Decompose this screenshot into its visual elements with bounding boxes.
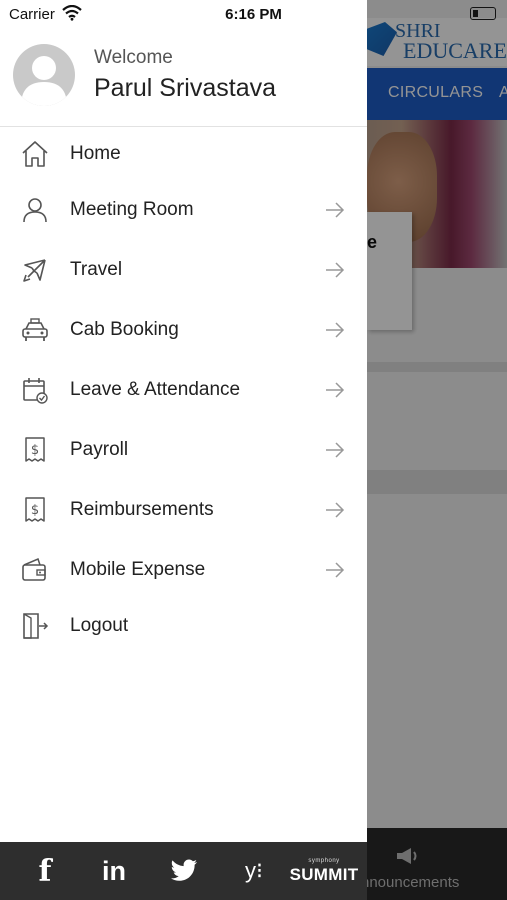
status-time: 6:16 PM: [225, 6, 282, 23]
arrow-right-icon: [326, 202, 345, 218]
menu-label-travel: Travel: [70, 259, 123, 280]
calendar-icon: [23, 378, 48, 404]
user-name: Parul Srivastava: [94, 74, 277, 102]
menu-item-home[interactable]: Home: [0, 126, 367, 182]
avatar-placeholder-icon: [21, 56, 67, 106]
linkedin-icon[interactable]: in: [96, 842, 132, 900]
menu-label-home: Home: [70, 143, 121, 164]
twitter-icon[interactable]: [168, 842, 200, 900]
menu-label-meeting-room: Meeting Room: [70, 199, 194, 220]
menu-label-mobile-expense: Mobile Expense: [70, 559, 206, 580]
symphony-summit-logo[interactable]: symphony SUMMIT: [289, 842, 359, 900]
arrow-right-icon: [326, 562, 345, 578]
social-links-bar: f in y⁝ symphony SUMMIT: [0, 842, 367, 900]
menu-label-logout: Logout: [70, 615, 129, 636]
summit-small-text: symphony: [308, 857, 340, 864]
logout-door-icon: [23, 613, 49, 639]
wallet-icon: [22, 557, 46, 581]
menu-item-travel[interactable]: Travel: [0, 242, 367, 298]
drawer-overlay[interactable]: [367, 0, 507, 900]
menu-label-reimbursements: Reimbursements: [70, 499, 214, 520]
menu-item-cab-booking[interactable]: Cab Booking: [0, 302, 367, 358]
svg-text:$: $: [31, 443, 39, 458]
yammer-icon[interactable]: y⁝: [238, 842, 270, 900]
status-bar: Carrier 6:16 PM: [0, 0, 507, 28]
menu-item-mobile-expense[interactable]: Mobile Expense: [0, 542, 367, 598]
car-icon: [22, 318, 48, 341]
person-icon: [23, 198, 47, 223]
arrow-right-icon: [326, 502, 345, 518]
arrow-right-icon: [326, 442, 345, 458]
home-icon: [22, 141, 48, 167]
svg-text:$: $: [31, 503, 39, 518]
menu-item-logout[interactable]: Logout: [0, 598, 367, 654]
menu-label-cab-booking: Cab Booking: [70, 319, 179, 340]
avatar: [13, 44, 75, 106]
menu-label-payroll: Payroll: [70, 439, 129, 460]
menu-item-payroll[interactable]: $ Payroll: [0, 422, 367, 478]
menu-item-reimbursements[interactable]: $ Reimbursements: [0, 482, 367, 538]
profile-header: Welcome Parul Srivastava: [0, 28, 367, 127]
arrow-right-icon: [326, 322, 345, 338]
menu-label-leave-attendance: Leave & Attendance: [70, 379, 241, 400]
arrow-right-icon: [326, 262, 345, 278]
arrow-right-icon: [326, 382, 345, 398]
facebook-icon[interactable]: f: [30, 842, 60, 900]
welcome-text: Welcome: [94, 47, 173, 68]
receipt-dollar-icon: $: [25, 497, 45, 522]
menu-item-meeting-room[interactable]: Meeting Room: [0, 182, 367, 238]
airplane-icon: [23, 259, 46, 282]
receipt-dollar-icon: $: [25, 437, 45, 462]
navigation-drawer: Welcome Parul Srivastava Home Meeting Ro…: [0, 0, 367, 900]
menu-item-leave-attendance[interactable]: Leave & Attendance: [0, 362, 367, 418]
summit-text: SUMMIT: [289, 864, 359, 884]
